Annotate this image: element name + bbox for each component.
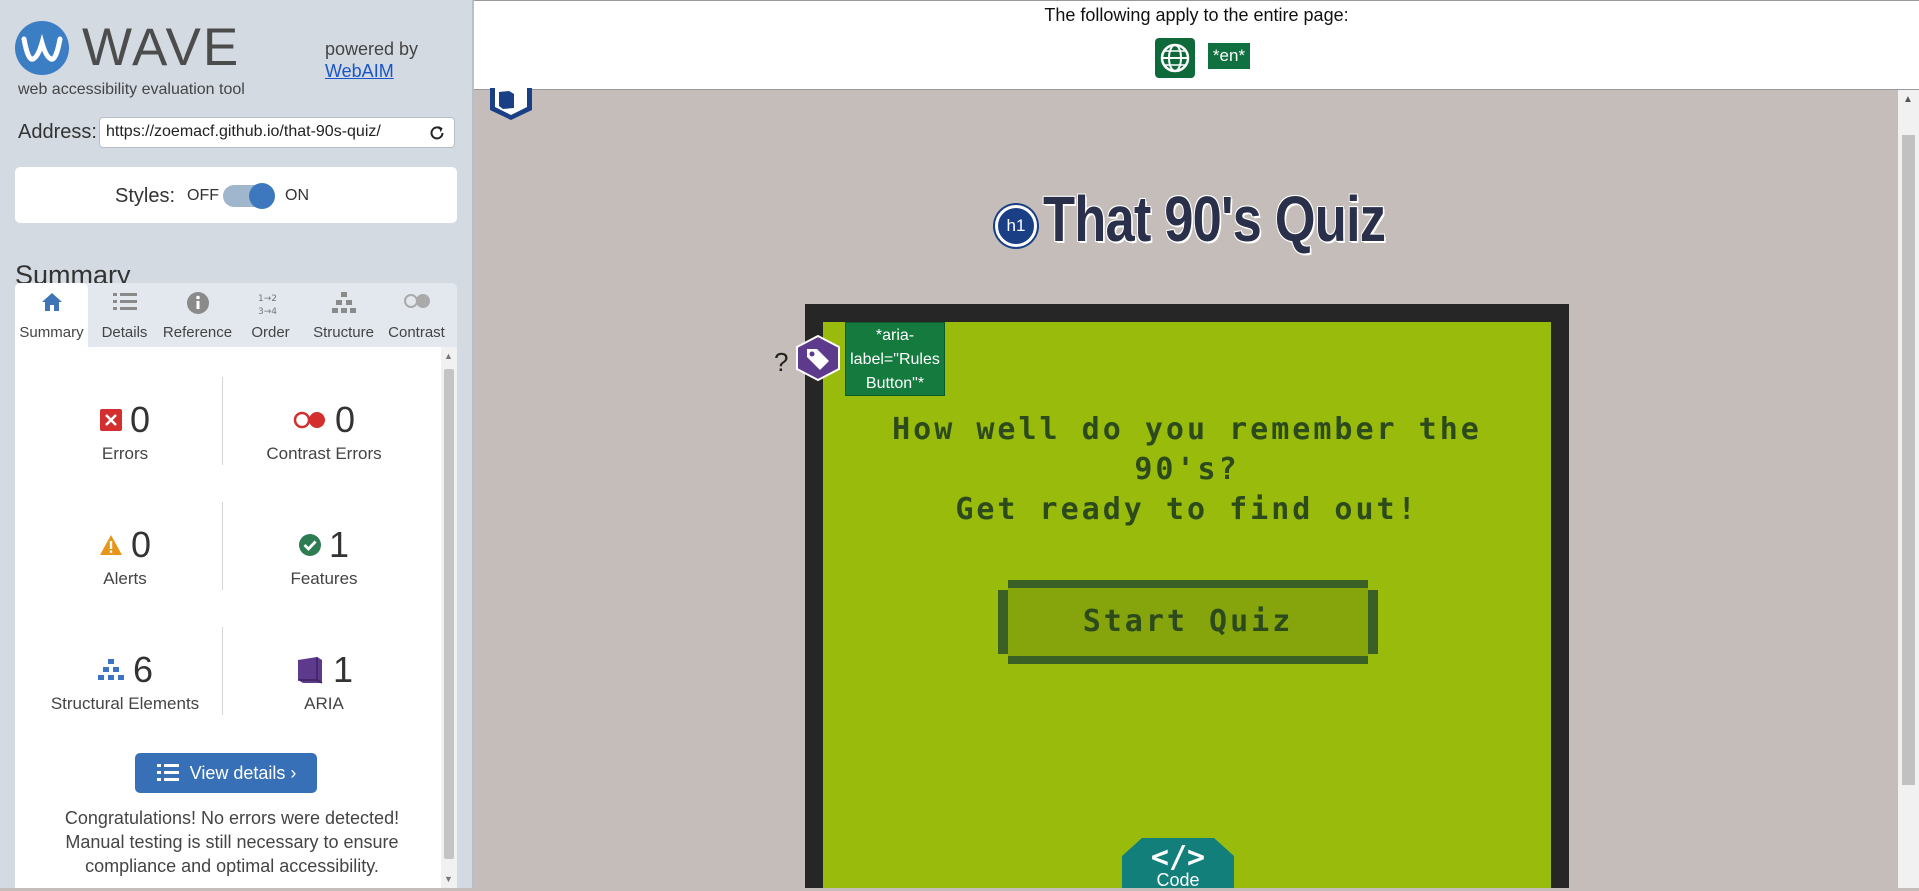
quiz-intro-text: How well do you remember the 90's? Get r…	[823, 410, 1551, 530]
start-quiz-label: Start Quiz	[1082, 604, 1294, 639]
errors-count: 0	[129, 399, 151, 440]
address-label: Address:	[18, 121, 97, 143]
order-icon: 1→2 3→4	[258, 294, 277, 317]
quiz-screen: How well do you remember the 90's? Get r…	[823, 322, 1551, 888]
stat-contrast-errors[interactable]: 0 Contrast Errors	[224, 399, 424, 464]
contrast-icon	[403, 294, 430, 308]
svg-text:1→2: 1→2	[258, 294, 277, 304]
feature-icon	[298, 534, 321, 556]
language-globe-icon[interactable]	[1155, 38, 1195, 78]
styles-toggle-knob[interactable]	[249, 183, 275, 209]
aria-label-tag-icon[interactable]	[795, 334, 841, 382]
aria-label-line: label="Rules	[850, 351, 940, 368]
code-toggle-button[interactable]: </> Code	[1122, 838, 1234, 890]
styles-off-label: OFF	[187, 187, 219, 204]
tab-order[interactable]: 1→2 3→4 Order	[234, 283, 307, 347]
congrats-message: Congratulations! No errors were detected…	[64, 808, 400, 876]
styles-label: Styles:	[115, 185, 176, 207]
wave-logo-subtitle: web accessibility evaluation tool	[18, 81, 245, 98]
stat-errors[interactable]: 0 Errors	[25, 399, 225, 464]
contrast-errors-label: Contrast Errors	[266, 444, 382, 463]
styles-toggle[interactable]	[223, 183, 275, 209]
reload-icon[interactable]	[428, 124, 446, 142]
stat-features[interactable]: 1 Features	[224, 524, 424, 589]
features-count: 1	[328, 524, 350, 565]
view-details-label: View details ›	[189, 762, 297, 783]
structural-elements-count: 6	[132, 649, 154, 690]
tab-label: Details	[101, 324, 148, 341]
tab-label: Order	[251, 324, 290, 341]
language-badge: *en*	[1208, 43, 1250, 69]
tab-reference[interactable]: Reference	[161, 283, 234, 347]
alerts-label: Alerts	[103, 569, 147, 588]
alert-icon	[99, 535, 122, 555]
powered-by-text: powered by	[325, 39, 419, 59]
stat-structural-elements[interactable]: 6 Structural Elements	[25, 649, 225, 714]
contrast-error-icon	[293, 411, 325, 429]
svg-text:3→4: 3→4	[258, 307, 277, 317]
aria-label-text: ARIA	[304, 694, 344, 713]
scroll-up-arrow[interactable]: ▲	[444, 351, 453, 361]
contrast-errors-count: 0	[334, 399, 356, 440]
tab-label: Reference	[162, 324, 233, 341]
list-icon	[156, 764, 179, 781]
error-icon	[99, 409, 122, 431]
page-level-bar: The following apply to the entire page: …	[474, 0, 1919, 90]
webaim-link[interactable]: WebAIM	[325, 61, 394, 82]
wave-logo-title: WAVE	[82, 18, 241, 77]
wave-logo-icon	[15, 21, 69, 75]
home-icon	[41, 293, 62, 311]
address-input[interactable]	[106, 123, 416, 141]
errors-label: Errors	[101, 444, 149, 463]
address-field	[99, 117, 455, 148]
aria-icon	[297, 657, 323, 684]
page-scroll-thumb[interactable]	[1902, 135, 1915, 785]
stat-aria[interactable]: 1 ARIA	[224, 649, 424, 714]
structural-elements-label: Structural Elements	[50, 694, 200, 713]
structure-element-icon	[97, 659, 124, 680]
features-label: Features	[290, 569, 358, 588]
aria-label-annotation: *aria- label="Rules Button"*	[845, 322, 945, 396]
page-level-text: The following apply to the entire page:	[1044, 5, 1349, 25]
tab-label: Contrast	[388, 324, 445, 341]
list-icon	[112, 293, 137, 310]
styles-on-label: ON	[285, 187, 309, 204]
alerts-count: 0	[130, 524, 152, 565]
summary-tabs: Summary Details Reference 1→2 3→4 Order	[15, 283, 457, 347]
rules-button[interactable]: ?	[774, 347, 788, 378]
tab-details[interactable]: Details	[88, 283, 161, 347]
quiz-intro-line: Get ready to find out!	[955, 492, 1419, 527]
tab-label: Structure	[313, 324, 374, 341]
structure-icon	[331, 292, 356, 313]
tab-label: Summary	[19, 324, 84, 341]
styles-card: Styles: OFF ON	[15, 167, 457, 223]
h1-badge[interactable]: h1	[995, 205, 1037, 247]
tab-summary[interactable]: Summary	[15, 283, 88, 347]
quiz-intro-line: How well do you remember the	[892, 412, 1482, 447]
panel-scroll-thumb[interactable]	[444, 369, 454, 859]
page-scrollbar[interactable]: ▲	[1898, 90, 1919, 888]
tab-contrast[interactable]: Contrast	[380, 283, 453, 347]
panel-scrollbar[interactable]: ▲ ▼	[441, 347, 457, 888]
info-icon	[186, 292, 209, 314]
aria-label-line: Button"*	[865, 375, 925, 392]
scroll-down-arrow[interactable]: ▼	[444, 874, 453, 884]
aria-label-line: *aria-	[875, 327, 915, 344]
summary-panel: 0 Errors 0 Contrast Errors 0 Alerts 1 Fe…	[15, 347, 457, 888]
tab-structure[interactable]: Structure	[307, 283, 380, 347]
aria-box-icon[interactable]	[490, 88, 532, 122]
stat-alerts[interactable]: 0 Alerts	[25, 524, 225, 589]
quiz-intro-line: 90's?	[1134, 452, 1240, 487]
aria-count: 1	[332, 649, 354, 690]
scroll-up-arrow[interactable]: ▲	[1903, 94, 1913, 105]
start-quiz-button[interactable]: Start Quiz	[998, 580, 1378, 664]
view-details-button[interactable]: View details ›	[135, 753, 317, 793]
wave-sidebar: WAVE web accessibility evaluation tool p…	[0, 0, 473, 888]
page-title: That 90's Quiz	[1043, 183, 1386, 255]
